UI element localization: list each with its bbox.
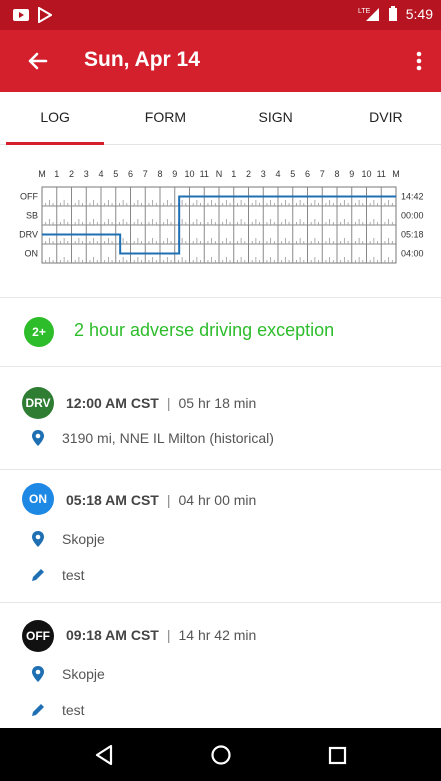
hour-label: M	[392, 169, 400, 179]
location-pin-icon	[32, 666, 44, 682]
hour-label: 11	[377, 169, 386, 179]
battery-icon	[388, 6, 397, 21]
hour-label: 7	[320, 169, 325, 179]
note-text: test	[62, 702, 85, 718]
log-graph: M 1 2 3 4 5 6 7 8 9 10 11 N 1 2 3 4 5 6 7 8 9 10 11 M OFF 14:42 SB 0…	[0, 150, 441, 295]
status-badge: DRV	[22, 387, 54, 419]
location-pin-icon	[32, 531, 44, 547]
location-text: Skopje	[62, 666, 105, 682]
status-bar: LTE 5:49	[0, 0, 441, 30]
event-time: 09:18 AM CST	[66, 627, 159, 643]
app-bar: Sun, Apr 14	[0, 30, 441, 92]
play-store-icon	[38, 7, 52, 23]
exception-text: 2 hour adverse driving exception	[74, 320, 335, 340]
event-location: Skopje	[30, 530, 105, 548]
event-location: Skopje	[30, 665, 105, 683]
clock: 5:49	[405, 6, 433, 22]
hour-label: 8	[334, 169, 339, 179]
hour-label: 3	[261, 169, 266, 179]
notification-icon	[13, 9, 29, 21]
hour-label: 9	[172, 169, 177, 179]
event-item[interactable]: ON 05:18 AM CST | 04 hr 00 min Skopje test	[0, 470, 441, 602]
status-badge: ON	[22, 483, 54, 515]
hour-label: 4	[275, 169, 280, 179]
hour-label: 10	[361, 169, 371, 179]
exception-row[interactable]: 2+ 2 hour adverse driving exception	[0, 299, 441, 365]
hour-label: M	[38, 169, 46, 179]
event-headline: 05:18 AM CST | 04 hr 00 min	[66, 492, 256, 508]
hour-label: N	[216, 169, 223, 179]
hour-label: 11	[200, 169, 209, 179]
svg-text:LTE: LTE	[358, 8, 371, 15]
event-duration: 04 hr 00 min	[178, 492, 257, 508]
nav-back-icon[interactable]	[90, 740, 120, 770]
row-total: 05:18	[401, 230, 424, 240]
row-label: DRV	[19, 230, 38, 240]
event-headline: 09:18 AM CST | 14 hr 42 min	[66, 627, 256, 643]
separator: |	[166, 395, 171, 411]
hour-label: 1	[231, 169, 236, 179]
location-text: 3190 mi, NNE IL Milton (historical)	[62, 430, 274, 446]
system-nav-bar	[0, 728, 441, 781]
tab-dvir[interactable]: DVIR	[331, 92, 441, 144]
tab-bar: LOG FORM SIGN DVIR	[0, 92, 441, 145]
event-duration: 05 hr 18 min	[178, 395, 257, 411]
signal-icon: LTE	[358, 8, 379, 21]
event-time: 05:18 AM CST	[66, 492, 159, 508]
location-text: Skopje	[62, 531, 105, 547]
event-item[interactable]: DRV 12:00 AM CST | 05 hr 18 min 3190 mi, N…	[0, 367, 441, 469]
hour-label: 9	[349, 169, 354, 179]
divider	[0, 297, 441, 298]
tab-log[interactable]: LOG	[0, 92, 110, 145]
status-badge: OFF	[22, 620, 54, 652]
separator: |	[166, 627, 171, 643]
row-label: SB	[26, 211, 38, 221]
event-note: test	[30, 566, 85, 584]
row-total: 04:00	[401, 249, 424, 259]
hour-label: 2	[246, 169, 251, 179]
row-label: ON	[25, 249, 39, 259]
hour-label: 2	[69, 169, 74, 179]
pencil-icon	[32, 704, 44, 716]
note-text: test	[62, 567, 85, 583]
hour-label: 7	[143, 169, 148, 179]
event-headline: 12:00 AM CST | 05 hr 18 min	[66, 395, 256, 411]
row-total: 14:42	[401, 192, 424, 202]
log-graph-svg: M 1 2 3 4 5 6 7 8 9 10 11 N 1 2 3 4 5 6 7 8 9 10 11 MOFF 14:42SB 0…	[19, 169, 424, 264]
hour-label: 6	[305, 169, 310, 179]
row-total: 00:00	[401, 211, 424, 221]
hour-label: 10	[184, 169, 194, 179]
hour-label: 4	[98, 169, 103, 179]
pencil-icon	[32, 569, 44, 581]
row-label: OFF	[20, 192, 38, 202]
event-note: test	[30, 701, 85, 719]
event-duration: 14 hr 42 min	[178, 627, 257, 643]
location-pin-icon	[32, 430, 44, 446]
exception-badge: 2+	[24, 317, 54, 347]
tab-form[interactable]: FORM	[110, 92, 220, 144]
hour-label: 5	[290, 169, 295, 179]
page-title: Sun, Apr 14	[84, 48, 200, 71]
hour-label: 1	[54, 169, 59, 179]
separator: |	[166, 492, 171, 508]
hour-label: 8	[157, 169, 162, 179]
hour-label: 5	[113, 169, 118, 179]
event-location: 3190 mi, NNE IL Milton (historical)	[30, 429, 274, 447]
event-item[interactable]: OFF 09:18 AM CST | 14 hr 42 min Skopje tes…	[0, 603, 441, 728]
hour-label: 3	[84, 169, 89, 179]
nav-recents-icon[interactable]	[322, 740, 352, 770]
tab-sign[interactable]: SIGN	[221, 92, 331, 144]
nav-home-icon[interactable]	[206, 740, 236, 770]
back-arrow-icon[interactable]	[22, 46, 52, 76]
hour-label: 6	[128, 169, 133, 179]
event-time: 12:00 AM CST	[66, 395, 159, 411]
overflow-menu-icon[interactable]	[407, 46, 431, 76]
